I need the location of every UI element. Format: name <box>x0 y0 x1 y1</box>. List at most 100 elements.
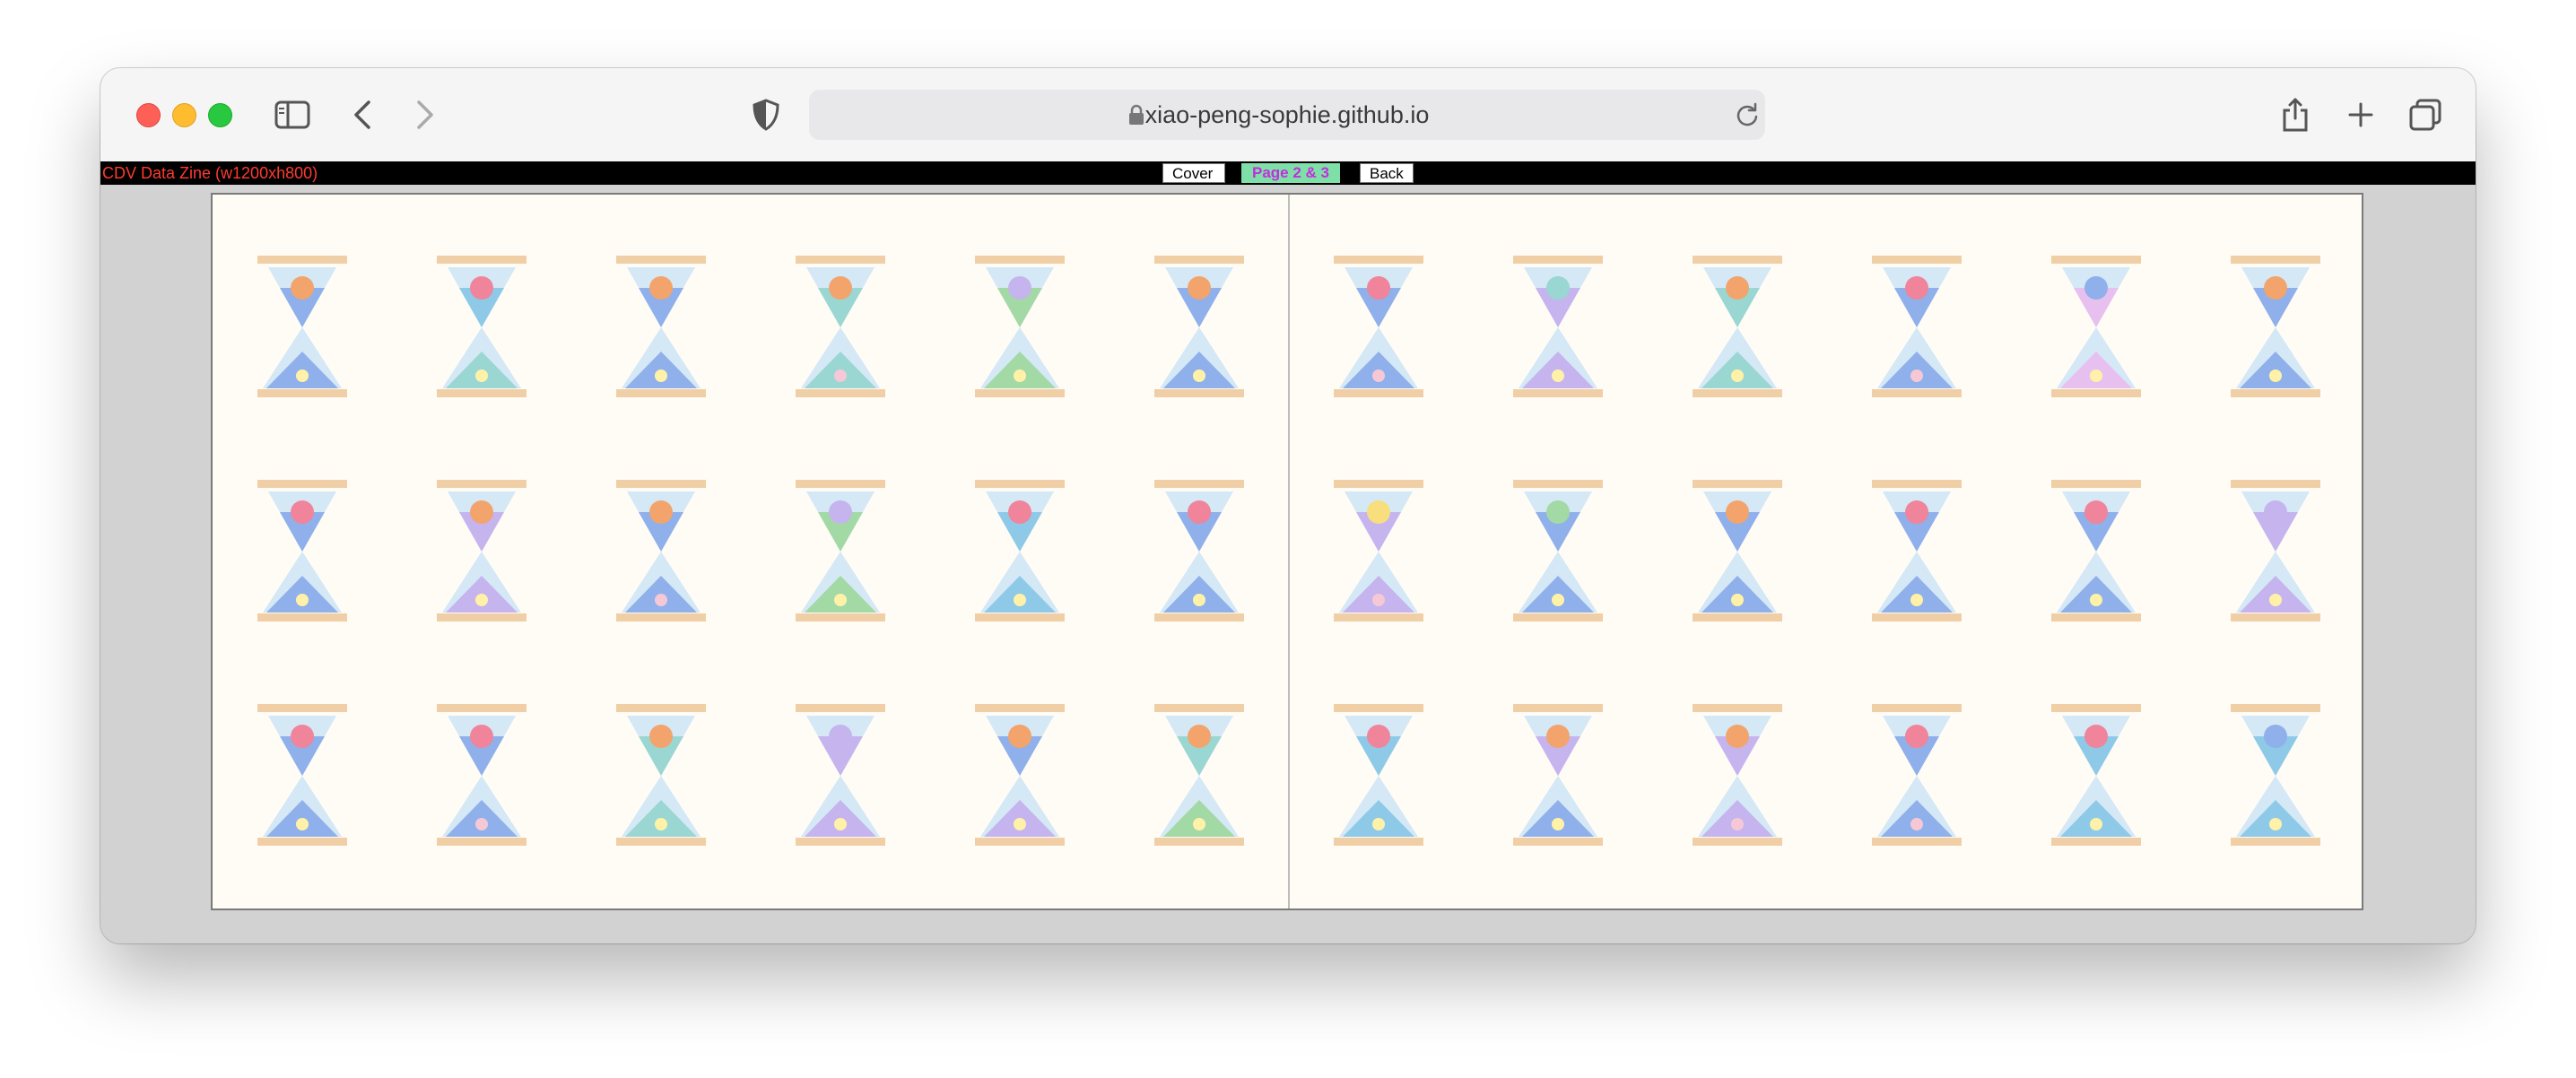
sand-ball <box>1188 725 1211 748</box>
sand-ball <box>829 725 852 748</box>
sand-dot <box>1372 818 1385 830</box>
hourglass-top-frame <box>257 480 347 488</box>
sand-ball <box>2264 500 2287 524</box>
sand-ball <box>291 725 314 748</box>
hourglass <box>796 256 885 397</box>
hourglass <box>2051 256 2141 397</box>
sand-dot <box>1910 818 1923 830</box>
hourglass <box>2231 480 2320 622</box>
sand-dot <box>2090 818 2102 830</box>
sand-ball <box>829 500 852 524</box>
hourglass-bottom-frame <box>1872 613 1962 622</box>
sand-dot <box>2090 594 2102 606</box>
hourglass-top-frame <box>616 480 706 488</box>
sand-ball <box>1188 500 1211 524</box>
reload-icon[interactable] <box>1726 93 1769 136</box>
sand-dot <box>655 594 667 606</box>
hourglass-bottom-frame <box>975 838 1065 846</box>
sand-ball <box>470 500 493 524</box>
sand-ball <box>1367 500 1390 524</box>
hourglass-top-frame <box>2231 704 2320 712</box>
hourglass-bottom-frame <box>1334 389 1423 397</box>
hourglass-bottom-frame <box>1334 613 1423 622</box>
sand-dot <box>834 594 847 606</box>
hourglass-top-frame <box>616 256 706 264</box>
hourglass-top-frame <box>616 704 706 712</box>
sand-ball <box>470 276 493 300</box>
sand-ball <box>1905 276 1928 300</box>
share-icon[interactable] <box>2274 93 2317 136</box>
sand-dot <box>2269 369 2282 382</box>
hourglass <box>1154 704 1244 846</box>
sand-dot <box>1372 369 1385 382</box>
sand-dot <box>2269 594 2282 606</box>
sand-ball <box>2264 725 2287 748</box>
new-tab-plus-icon[interactable] <box>2339 93 2382 136</box>
sand-ball <box>1008 276 1031 300</box>
privacy-shield-icon[interactable] <box>744 93 788 136</box>
sidebar-icon[interactable] <box>271 93 314 136</box>
zine-navigation-bar: CDV Data Zine (w1200xh800) Cover Page 2 … <box>100 161 2476 185</box>
hourglass <box>1334 480 1423 622</box>
hourglass <box>616 480 706 622</box>
current-page-button[interactable]: Page 2 & 3 <box>1241 163 1340 183</box>
hourglass-bottom-frame <box>975 613 1065 622</box>
hourglass <box>1334 256 1423 397</box>
hourglass-top-frame <box>796 480 885 488</box>
close-window-button[interactable] <box>136 103 161 127</box>
sand-dot <box>655 369 667 382</box>
sand-dot <box>655 818 667 830</box>
back-arrow-icon[interactable] <box>341 93 384 136</box>
sand-dot <box>296 818 309 830</box>
sand-ball <box>2084 276 2108 300</box>
hourglass-top-frame <box>2231 256 2320 264</box>
sand-ball <box>1726 276 1749 300</box>
sand-ball <box>1546 500 1570 524</box>
sand-ball <box>2264 276 2287 300</box>
hourglass-bottom-frame <box>2051 389 2141 397</box>
sand-ball <box>1905 725 1928 748</box>
hourglass-bottom-frame <box>616 389 706 397</box>
hourglass <box>975 480 1065 622</box>
hourglass <box>616 704 706 846</box>
sand-ball <box>2084 725 2108 748</box>
hourglass <box>1154 480 1244 622</box>
address-bar[interactable]: xiao-peng-sophie.github.io <box>809 90 1765 140</box>
sand-dot <box>1552 818 1564 830</box>
sand-ball <box>1367 725 1390 748</box>
hourglass-top-frame <box>2231 480 2320 488</box>
hourglass-top-frame <box>975 480 1065 488</box>
minimize-window-button[interactable] <box>172 103 196 127</box>
hourglass-bottom-frame <box>1513 389 1603 397</box>
hourglass <box>1334 704 1423 846</box>
zoom-window-button[interactable] <box>208 103 232 127</box>
sand-ball <box>291 276 314 300</box>
sand-ball <box>1726 725 1749 748</box>
hourglass-bottom-frame <box>796 838 885 846</box>
zine-title: CDV Data Zine (w1200xh800) <box>102 164 318 182</box>
sand-ball <box>1905 500 1928 524</box>
hourglass-top-frame <box>1154 480 1244 488</box>
hourglass-bottom-frame <box>1513 613 1603 622</box>
hourglass-bottom-frame <box>616 838 706 846</box>
hourglass-bottom-frame <box>2051 838 2141 846</box>
hourglass <box>2231 256 2320 397</box>
forward-arrow-icon[interactable] <box>404 93 447 136</box>
hourglass-top-frame <box>437 256 527 264</box>
tab-overview-icon[interactable] <box>2404 93 2447 136</box>
sand-dot <box>1552 369 1564 382</box>
browser-toolbar: xiao-peng-sophie.github.io <box>100 68 2476 162</box>
sand-ball <box>1546 276 1570 300</box>
hourglass-bottom-frame <box>1693 838 1782 846</box>
hourglass-top-frame <box>2051 480 2141 488</box>
hourglass-bottom-frame <box>1334 838 1423 846</box>
hourglass-top-frame <box>1334 480 1423 488</box>
hourglass-bottom-frame <box>616 613 706 622</box>
back-button[interactable]: Back <box>1360 163 1414 183</box>
sand-ball <box>1367 276 1390 300</box>
sand-dot <box>1193 818 1205 830</box>
hourglass-grid <box>257 256 2320 846</box>
cover-button[interactable]: Cover <box>1162 163 1225 183</box>
hourglass-top-frame <box>1872 704 1962 712</box>
hourglass-bottom-frame <box>257 838 347 846</box>
